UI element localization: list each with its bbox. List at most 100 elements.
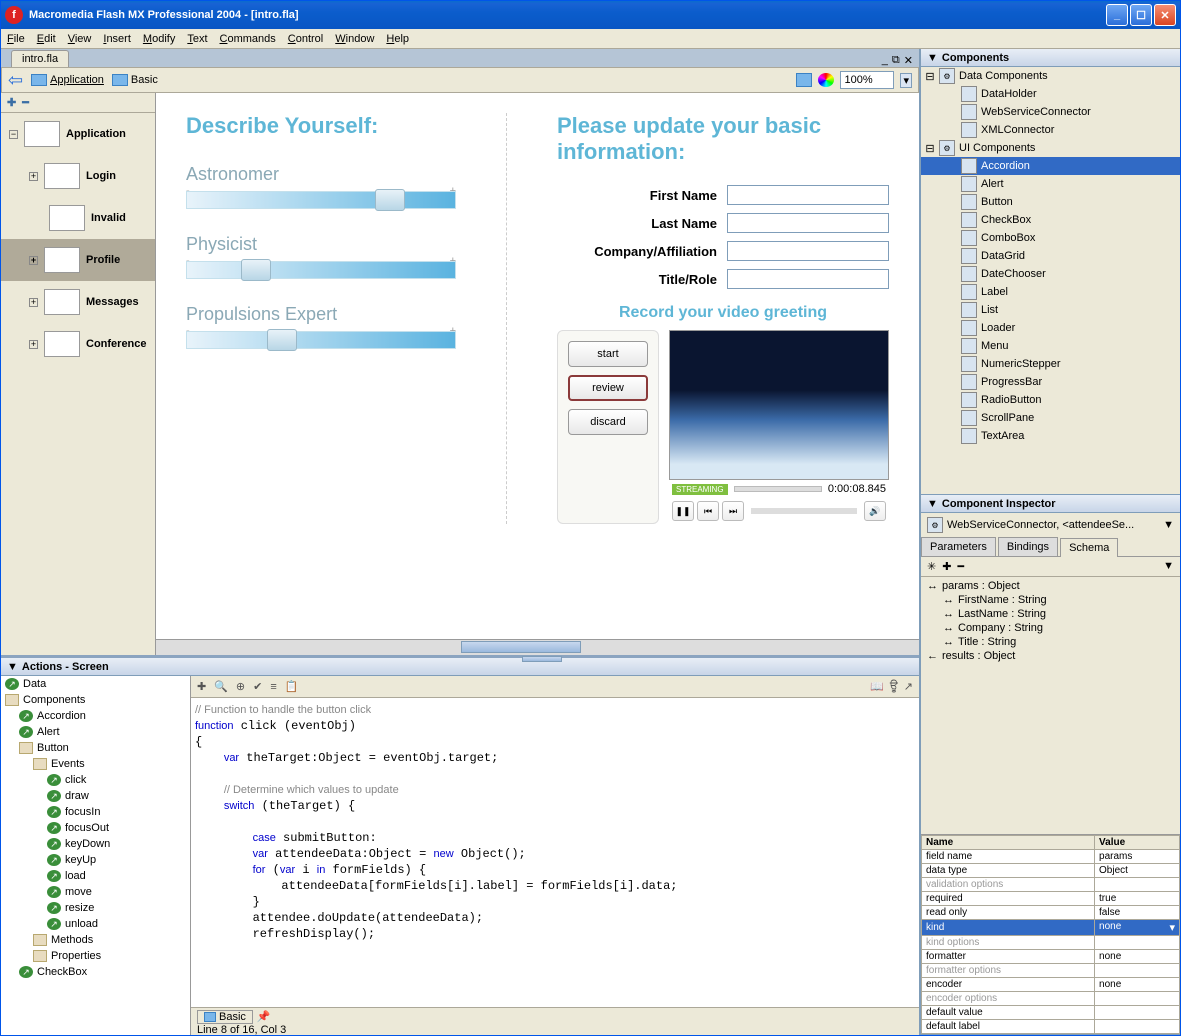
comp-textarea[interactable]: TextArea	[921, 427, 1180, 445]
comp-radiobutton[interactable]: RadioButton	[921, 391, 1180, 409]
input-first-name[interactable]	[727, 185, 889, 205]
prop-value[interactable]	[1095, 1020, 1180, 1034]
comp-list[interactable]: List	[921, 301, 1180, 319]
stage-canvas[interactable]: Describe Yourself: Astronomer-+Physicist…	[156, 93, 919, 639]
comp-dataholder[interactable]: DataHolder	[921, 85, 1180, 103]
atree-resize[interactable]: ↗resize	[1, 900, 190, 916]
prop-value[interactable]	[1095, 992, 1180, 1006]
comp-webserviceconnector[interactable]: WebServiceConnector	[921, 103, 1180, 121]
breadcrumb-basic[interactable]: Basic	[112, 74, 158, 86]
comp-group-ui-components[interactable]: ⊟⚙UI Components	[921, 139, 1180, 157]
input-company-affiliation[interactable]	[727, 241, 889, 261]
target-icon[interactable]: ⊕	[236, 680, 245, 693]
prop-value[interactable]	[1095, 878, 1180, 892]
comp-loader[interactable]: Loader	[921, 319, 1180, 337]
breadcrumb-application[interactable]: Application	[31, 74, 104, 86]
check-icon[interactable]: ✔	[253, 680, 262, 693]
color-icon[interactable]	[818, 73, 834, 87]
atree-load[interactable]: ↗load	[1, 868, 190, 884]
property-table[interactable]: NameValuefield nameparamsdata typeObject…	[921, 834, 1180, 1034]
nav-login[interactable]: +Login	[1, 155, 155, 197]
code-tab-basic[interactable]: Basic	[197, 1010, 253, 1024]
prop-name[interactable]: kind options	[922, 936, 1095, 950]
zoom-input[interactable]	[840, 71, 894, 89]
comp-menu[interactable]: Menu	[921, 337, 1180, 355]
collapse-icon[interactable]: ▼	[927, 498, 938, 510]
comp-progressbar[interactable]: ProgressBar	[921, 373, 1180, 391]
minimize-button[interactable]: _	[1106, 4, 1128, 26]
tab-bindings[interactable]: Bindings	[998, 537, 1058, 556]
prop-value[interactable]	[1095, 1006, 1180, 1020]
input-title-role[interactable]	[727, 269, 889, 289]
document-tab[interactable]: intro.fla	[11, 50, 69, 67]
doc-min-icon[interactable]: _	[882, 54, 888, 67]
slider-propulsions-expert[interactable]	[186, 331, 456, 349]
debug-icon[interactable]: ਊ	[890, 680, 898, 693]
remove-screen-button[interactable]: ━	[22, 96, 29, 109]
atree-click[interactable]: ↗click	[1, 772, 190, 788]
atree-alert[interactable]: ↗Alert	[1, 724, 190, 740]
format-icon[interactable]: ≡	[270, 681, 276, 693]
minus-schema-icon[interactable]: ━	[957, 560, 964, 573]
atree-accordion[interactable]: ↗Accordion	[1, 708, 190, 724]
schema-menu-icon[interactable]: ▼	[1163, 560, 1174, 573]
symbol-icon[interactable]	[796, 73, 812, 87]
atree-button[interactable]: Button	[1, 740, 190, 756]
schema-tree[interactable]: ↔ params : Object↔ FirstName : String↔ L…	[921, 577, 1180, 834]
tab-parameters[interactable]: Parameters	[921, 537, 996, 556]
prop-name[interactable]: formatter options	[922, 964, 1095, 978]
actions-tree[interactable]: ↗DataComponents↗Accordion↗AlertButtonEve…	[1, 676, 191, 1035]
menu-window[interactable]: Window	[335, 33, 374, 45]
plus-schema-icon[interactable]: ✚	[942, 560, 951, 573]
atree-move[interactable]: ↗move	[1, 884, 190, 900]
add-schema-icon[interactable]: ✳	[927, 560, 936, 573]
volume-icon[interactable]: 🔊	[864, 501, 886, 521]
prop-value[interactable]	[1095, 936, 1180, 950]
add-icon[interactable]: ✚	[197, 680, 206, 693]
prop-name[interactable]: field name	[922, 850, 1095, 864]
prop-name[interactable]: read only	[922, 906, 1095, 920]
collapse-icon[interactable]: ▼	[7, 661, 18, 673]
add-screen-button[interactable]: ✚	[7, 96, 16, 109]
schema-lastname[interactable]: ↔ LastName : String	[923, 607, 1178, 621]
comp-datechooser[interactable]: DateChooser	[921, 265, 1180, 283]
comp-scrollpane[interactable]: ScrollPane	[921, 409, 1180, 427]
components-tree[interactable]: ⊟⚙Data ComponentsDataHolderWebServiceCon…	[921, 67, 1180, 494]
schema-company[interactable]: ↔ Company : String	[923, 621, 1178, 635]
atree-methods[interactable]: Methods	[1, 932, 190, 948]
prop-name[interactable]: validation options	[922, 878, 1095, 892]
prop-name[interactable]: data type	[922, 864, 1095, 878]
comp-combobox[interactable]: ComboBox	[921, 229, 1180, 247]
doc-restore-icon[interactable]: ⧉	[892, 54, 900, 67]
pin-icon[interactable]: ↗	[904, 680, 913, 693]
start-button[interactable]: start	[568, 341, 648, 367]
slider-physicist[interactable]	[186, 261, 456, 279]
schema-title[interactable]: ↔ Title : String	[923, 635, 1178, 649]
schema-results[interactable]: ← results : Object	[923, 649, 1178, 663]
prop-value[interactable]: false	[1095, 906, 1180, 920]
hint-icon[interactable]: 📋	[285, 680, 299, 693]
stage-scrollbar[interactable]	[156, 639, 919, 655]
atree-draw[interactable]: ↗draw	[1, 788, 190, 804]
pause-icon[interactable]: ❚❚	[672, 501, 694, 521]
prop-name[interactable]: default label	[922, 1020, 1095, 1034]
atree-data[interactable]: ↗Data	[1, 676, 190, 692]
prop-value[interactable]: true	[1095, 892, 1180, 906]
pin-tab-icon[interactable]: 📌	[257, 1010, 271, 1024]
menu-insert[interactable]: Insert	[103, 33, 131, 45]
comp-numericstepper[interactable]: NumericStepper	[921, 355, 1180, 373]
zoom-dropdown-icon[interactable]: ▾	[900, 73, 912, 88]
doc-close-icon[interactable]: ✕	[904, 54, 913, 67]
slider-astronomer[interactable]	[186, 191, 456, 209]
atree-events[interactable]: Events	[1, 756, 190, 772]
code-editor[interactable]: // Function to handle the button click f…	[191, 698, 919, 1007]
tab-schema[interactable]: Schema	[1060, 538, 1118, 557]
menu-edit[interactable]: Edit	[37, 33, 56, 45]
prop-name[interactable]: kind	[922, 920, 1095, 936]
comp-accordion[interactable]: Accordion	[921, 157, 1180, 175]
next-icon[interactable]: ⏭	[722, 501, 744, 521]
schema-firstname[interactable]: ↔ FirstName : String	[923, 593, 1178, 607]
ref-icon[interactable]: 📖	[870, 680, 884, 693]
volume-slider[interactable]	[751, 508, 857, 514]
comp-button[interactable]: Button	[921, 193, 1180, 211]
